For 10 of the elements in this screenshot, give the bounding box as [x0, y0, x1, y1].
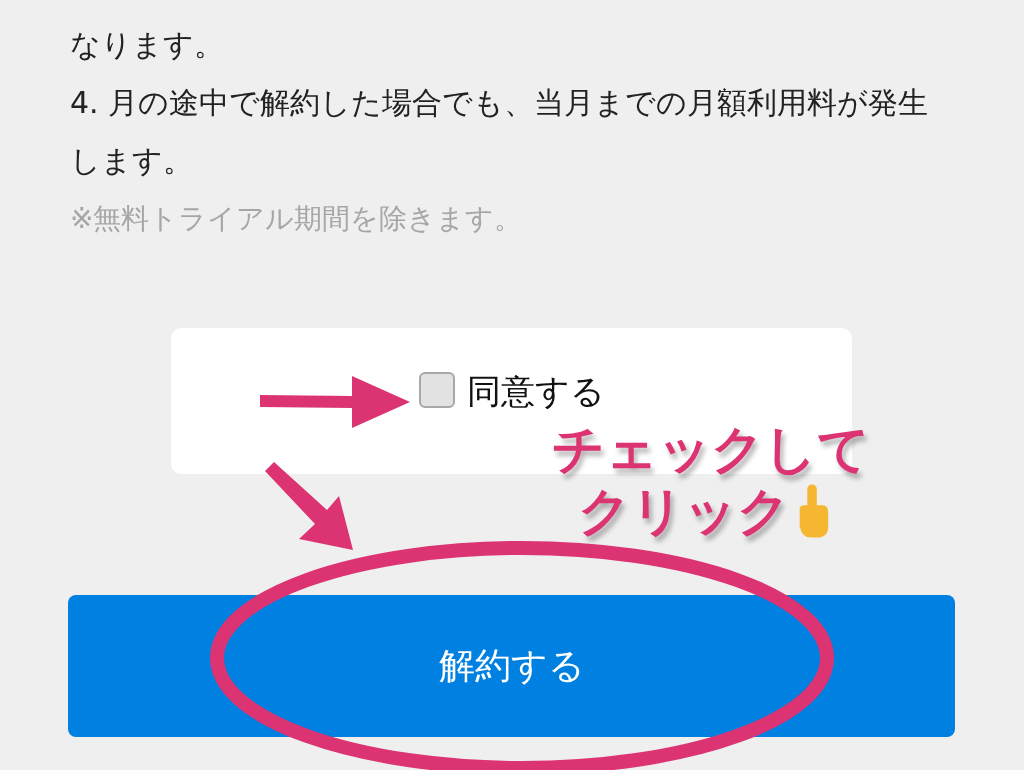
annotation-text: クリック — [578, 480, 790, 542]
note-text: ※無料トライアル期間を除きます。 — [70, 201, 524, 237]
annotation-text: チェックして — [552, 418, 870, 480]
terms-text: なります。 — [70, 26, 225, 64]
cancel-button[interactable]: 解約する — [68, 595, 955, 737]
arrow-icon — [265, 462, 355, 552]
terms-text: 4. 月の途中で解約した場合でも、当月までの月額利用料が発生します。 — [70, 84, 930, 180]
agree-checkbox[interactable] — [418, 372, 455, 408]
arrow-icon — [260, 374, 410, 430]
agree-label: 同意する — [466, 370, 605, 413]
